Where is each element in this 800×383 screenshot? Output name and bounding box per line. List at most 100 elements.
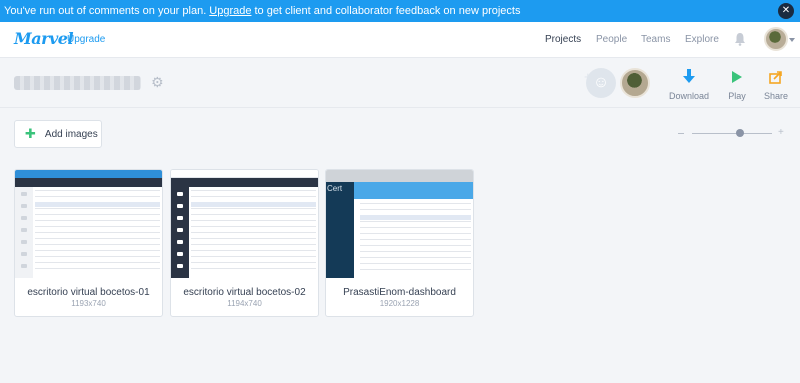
- thumb-row: [360, 239, 471, 240]
- thumb-row: [35, 250, 160, 251]
- marvel-logo[interactable]: Marvel: [14, 29, 74, 48]
- thumb-header: [171, 170, 318, 178]
- thumb-sidebar-icon: [21, 264, 27, 268]
- thumb-ribbon: [354, 182, 473, 199]
- thumb-row: [191, 232, 316, 233]
- bell-icon[interactable]: [734, 32, 746, 46]
- download-label: Download: [668, 91, 710, 101]
- thumb-row: [360, 251, 471, 252]
- thumb-row: [360, 263, 471, 264]
- add-collaborator-button[interactable]: + ☺: [584, 68, 616, 98]
- thumb-sidebar-icon: [21, 216, 27, 220]
- thumb-sidebar-icon: [177, 264, 183, 268]
- thumb-row: [191, 226, 316, 227]
- screen-thumbnail[interactable]: [15, 170, 162, 278]
- add-images-button[interactable]: ✚ Add images: [14, 120, 102, 148]
- thumb-sidebar-fragment: Cert: [327, 184, 343, 193]
- screen-card[interactable]: Cert PrasastiEnom-dashboard 1920x1228: [325, 169, 474, 317]
- thumb-header: [15, 170, 162, 178]
- thumb-row: [35, 256, 160, 257]
- thumb-row: [191, 256, 316, 257]
- plus-icon: ✚: [25, 126, 36, 141]
- thumb-header: [326, 170, 473, 182]
- thumb-sidebar: Cert: [326, 182, 354, 278]
- thumb-row: [35, 268, 160, 269]
- thumb-row: [35, 262, 160, 263]
- share-icon: [769, 71, 782, 84]
- upgrade-banner: You've run out of comments on your plan.…: [0, 0, 800, 22]
- plus-icon: +: [584, 69, 592, 84]
- nav-upgrade-link[interactable]: Upgrade: [67, 34, 105, 45]
- thumb-row: [191, 196, 316, 197]
- add-images-label: Add images: [44, 128, 98, 140]
- card-size: 1920x1228: [379, 299, 420, 308]
- thumb-row: [35, 196, 160, 197]
- thumb-row: [360, 233, 471, 234]
- banner-text-after: to get client and collaborator feedback …: [254, 5, 521, 17]
- collaborator-avatar[interactable]: [620, 68, 650, 98]
- thumb-row: [360, 215, 471, 220]
- screen-card[interactable]: escritorio virtual bocetos-01 1193x740: [14, 169, 163, 317]
- gear-icon[interactable]: ⚙: [151, 75, 165, 89]
- thumb-row: [360, 221, 471, 222]
- zoom-handle[interactable]: [736, 129, 744, 137]
- share-label: Share: [763, 91, 789, 101]
- thumb-sidebar-icon: [21, 204, 27, 208]
- card-size: 1193x740: [71, 299, 106, 308]
- thumb-row: [191, 238, 316, 239]
- thumb-row: [191, 244, 316, 245]
- user-avatar[interactable]: [764, 27, 788, 51]
- thumb-sidebar-icon: [177, 228, 183, 232]
- chevron-down-icon[interactable]: [789, 38, 795, 42]
- nav-item-people[interactable]: People: [596, 34, 627, 45]
- banner-close-icon[interactable]: ✕: [778, 3, 794, 19]
- thumb-sidebar-icon: [177, 216, 183, 220]
- thumb-row: [191, 190, 316, 191]
- nav-item-explore[interactable]: Explore: [685, 34, 719, 45]
- project-header: ⚙ + ☺ Download Play Share: [0, 58, 800, 108]
- thumb-row: [35, 202, 160, 207]
- banner-text: You've run out of comments on your plan.: [4, 5, 207, 17]
- zoom-out-icon[interactable]: [678, 133, 684, 134]
- thumb-row: [35, 238, 160, 239]
- thumb-row: [191, 202, 316, 207]
- download-button[interactable]: Download: [664, 68, 714, 101]
- card-title: PrasastiEnom-dashboard: [343, 287, 456, 298]
- thumb-row: [191, 268, 316, 269]
- thumb-row: [35, 232, 160, 233]
- thumb-row: [35, 226, 160, 227]
- thumb-row: [360, 245, 471, 246]
- play-icon: [732, 71, 742, 83]
- thumb-sidebar-icon: [21, 228, 27, 232]
- thumb-row: [360, 209, 471, 210]
- thumb-sidebar-icon: [177, 192, 183, 196]
- zoom-slider[interactable]: +: [678, 128, 788, 140]
- thumb-row: [360, 257, 471, 258]
- thumb-sidebar-icon: [177, 240, 183, 244]
- thumb-sidebar-icon: [21, 240, 27, 244]
- share-button[interactable]: Share: [751, 68, 800, 101]
- nav-item-teams[interactable]: Teams: [641, 34, 670, 45]
- thumb-row: [35, 220, 160, 221]
- project-name-redacted: [14, 76, 141, 90]
- screen-thumbnail[interactable]: Cert: [326, 170, 473, 278]
- thumb-toolbar: [171, 178, 318, 187]
- thumb-row: [35, 244, 160, 245]
- card-title: escritorio virtual bocetos-02: [183, 287, 306, 298]
- thumb-row: [35, 214, 160, 215]
- download-icon: [683, 69, 695, 83]
- screen-thumbnail[interactable]: [171, 170, 318, 278]
- nav-item-projects[interactable]: Projects: [545, 34, 581, 45]
- thumb-sidebar-icon: [21, 192, 27, 196]
- zoom-track[interactable]: [692, 133, 772, 134]
- banner-upgrade-link[interactable]: Upgrade: [209, 5, 251, 17]
- zoom-in-icon[interactable]: +: [778, 128, 784, 138]
- thumb-row: [35, 208, 160, 209]
- thumb-row: [360, 269, 471, 270]
- thumb-row: [360, 227, 471, 228]
- screen-card[interactable]: escritorio virtual bocetos-02 1194x740: [170, 169, 319, 317]
- thumb-row: [35, 190, 160, 191]
- thumb-row: [191, 214, 316, 215]
- card-title: escritorio virtual bocetos-01: [27, 287, 150, 298]
- thumb-row: [360, 203, 471, 204]
